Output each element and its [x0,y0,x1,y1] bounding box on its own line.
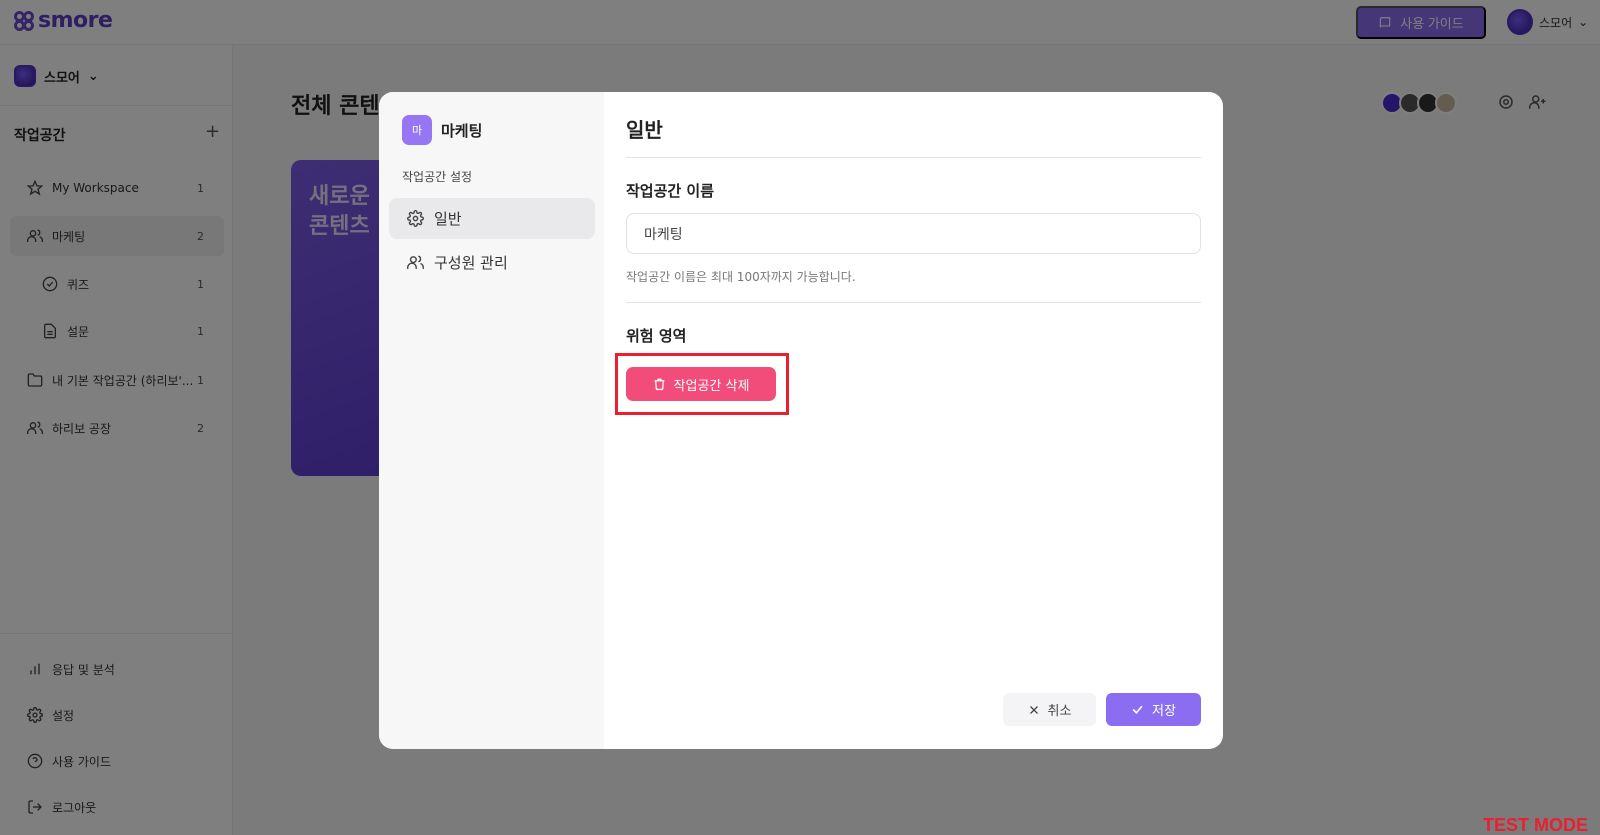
cancel-button[interactable]: 취소 [1003,693,1096,726]
danger-zone-title: 위험 영역 [626,327,687,345]
workspace-name: 마케팅 [441,122,483,140]
gear-icon [407,210,424,227]
save-button[interactable]: 저장 [1106,693,1201,726]
delete-workspace-label: 작업공간 삭제 [673,378,750,394]
menu-item-label: 일반 [434,210,462,228]
save-label: 저장 [1152,704,1176,719]
close-icon [1029,705,1038,714]
section-title: 일반 [626,118,663,142]
divider [626,302,1201,303]
workspace-name-input[interactable] [626,213,1201,254]
workspace-settings-modal: 마 마케팅 작업공간 설정 일반 구성원 관리 일반 작업공간 이름 작업공간 … [379,92,1223,749]
modal-sidebar: 마 마케팅 작업공간 설정 일반 구성원 관리 [379,92,604,749]
modal-content: 일반 작업공간 이름 작업공간 이름은 최대 100자까지 가능합니다. 위험 … [604,92,1223,749]
menu-item-label: 구성원 관리 [434,254,508,272]
workspace-name-helper: 작업공간 이름은 최대 100자까지 가능합니다. [626,270,856,284]
workspace-name-label: 작업공간 이름 [626,182,715,200]
users-icon [407,255,424,269]
test-mode-watermark: TEST MODE [1483,815,1589,835]
settings-section-label: 작업공간 설정 [402,170,473,184]
menu-item-members[interactable]: 구성원 관리 [389,242,595,283]
delete-workspace-button[interactable]: 작업공간 삭제 [626,367,776,401]
workspace-badge: 마 [402,115,432,145]
divider [626,157,1201,158]
trash-icon [654,378,664,391]
check-icon [1132,705,1143,714]
menu-item-general[interactable]: 일반 [389,198,595,239]
cancel-label: 취소 [1047,704,1072,719]
